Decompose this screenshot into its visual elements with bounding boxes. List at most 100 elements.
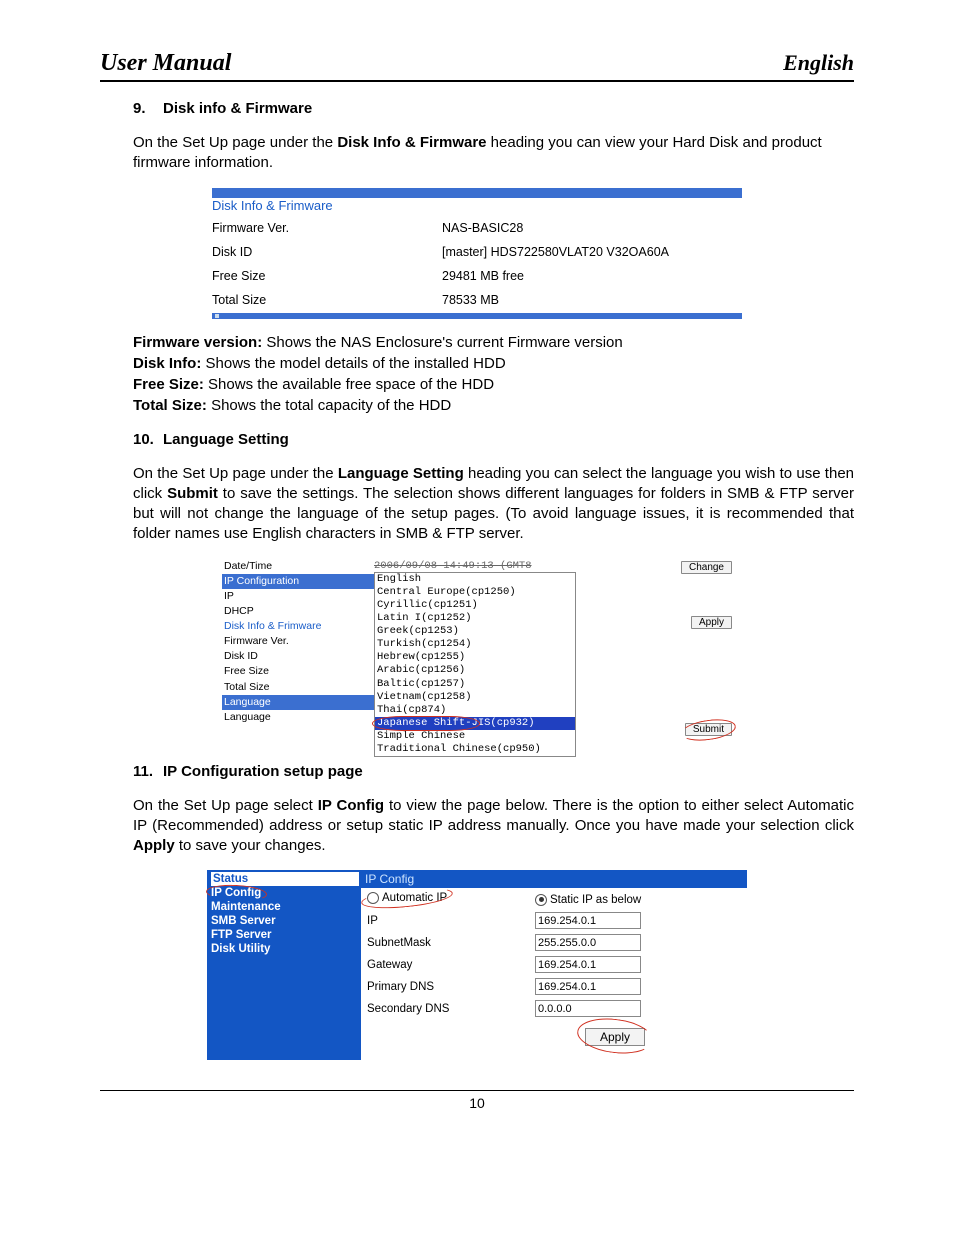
sidebar-item-maintenance[interactable]: Maintenance — [211, 900, 361, 914]
section-9-paragraph: On the Set Up page under the Disk Info &… — [133, 133, 854, 174]
desc-label: Total Size: — [133, 397, 207, 414]
language-setting-panel: Date/Time IP Configuration IP DHCP Disk … — [222, 559, 732, 747]
automatic-ip-radio[interactable]: Automatic IP — [367, 892, 447, 904]
dhcp-label: DHCP — [222, 604, 376, 619]
language-label: Language — [222, 710, 376, 725]
freesize-label: Free Size — [222, 664, 376, 679]
language-option[interactable]: Simple Chinese — [375, 730, 575, 743]
language-option[interactable]: Traditional Chinese(cp950) — [375, 743, 575, 756]
totalsize-row: Total Size 78533 MB — [212, 289, 742, 313]
language-option[interactable]: Latin I(cp1252) — [375, 612, 575, 625]
sidebar-item-disk[interactable]: Disk Utility — [211, 942, 361, 956]
language-option-selected[interactable]: Japanese Shift-JIS(cp932) — [375, 717, 575, 730]
panel-title: Disk Info & Frimware — [212, 198, 742, 213]
totalsize-label: Total Size — [212, 293, 442, 307]
language-option[interactable]: Vietnam(cp1258) — [375, 691, 575, 704]
freesize-label: Free Size — [212, 269, 442, 283]
freesize-row: Free Size 29481 MB free — [212, 265, 742, 289]
diskid-label: Disk ID — [222, 649, 376, 664]
freesize-value: 29481 MB free — [442, 269, 524, 283]
sidebar-item-ftp[interactable]: FTP Server — [211, 928, 361, 942]
firmware-row: Firmware Ver. NAS-BASIC28 — [212, 217, 742, 241]
diskid-label: Disk ID — [212, 245, 442, 259]
radio-icon — [367, 892, 379, 904]
firmware-label: Firmware Ver. — [212, 221, 442, 235]
language-header: Language — [222, 695, 376, 710]
annotation-circle — [575, 1015, 655, 1058]
sidebar-label: IP Config — [211, 887, 261, 899]
diskinfo-header: Disk Info & Frimware — [222, 619, 376, 634]
section-10-heading: 10. Language Setting — [133, 431, 854, 448]
text: On the Set Up page under the — [133, 465, 338, 482]
section-title: Language Setting — [163, 431, 289, 448]
submit-button[interactable]: Submit — [685, 723, 732, 736]
language-option[interactable]: Cyrillic(cp1251) — [375, 599, 575, 612]
gateway-label: Gateway — [367, 959, 535, 971]
desc-text: Shows the NAS Enclosure's current Firmwa… — [262, 334, 623, 351]
text: On the Set Up page select — [133, 797, 318, 814]
diskid-row: Disk ID [master] HDS722580VLAT20 V32OA60… — [212, 241, 742, 265]
language-dropdown-list[interactable]: English Central Europe(cp1250) Cyrillic(… — [374, 572, 576, 758]
language-option[interactable]: Arabic(cp1256) — [375, 664, 575, 677]
primary-dns-input[interactable]: 169.254.0.1 — [535, 978, 641, 995]
manual-title: User Manual — [100, 50, 231, 77]
totalsize-label: Total Size — [222, 680, 376, 695]
section-11-paragraph: On the Set Up page select IP Config to v… — [133, 796, 854, 857]
text-bold: Language Setting — [338, 465, 464, 482]
section-10-paragraph: On the Set Up page under the Language Se… — [133, 464, 854, 545]
text-bold: Disk Info & Firmware — [337, 134, 486, 151]
primary-dns-label: Primary DNS — [367, 981, 535, 993]
text-bold: Submit — [167, 485, 218, 502]
datetime-label: Date/Time — [222, 559, 376, 574]
change-button[interactable]: Change — [681, 561, 732, 574]
main-title: IP Config — [361, 870, 747, 888]
static-ip-label: Static IP as below — [550, 894, 641, 906]
sidebar: Status IP Config Maintenance SMB Server … — [207, 870, 361, 1060]
desc-text: Shows the total capacity of the HDD — [207, 397, 451, 414]
manual-language: English — [783, 50, 854, 76]
static-ip-radio[interactable]: Static IP as below — [535, 894, 641, 906]
totalsize-value: 78533 MB — [442, 293, 499, 307]
text-bold: IP Config — [318, 797, 384, 814]
desc-text: Shows the model details of the installed… — [201, 355, 505, 372]
ip-input[interactable]: 169.254.0.1 — [535, 912, 641, 929]
gateway-input[interactable]: 169.254.0.1 — [535, 956, 641, 973]
desc-label: Firmware version: — [133, 334, 262, 351]
language-option[interactable]: Central Europe(cp1250) — [375, 586, 575, 599]
secondary-dns-label: Secondary DNS — [367, 1003, 535, 1015]
radio-icon — [535, 894, 547, 906]
subnet-label: SubnetMask — [367, 937, 535, 949]
language-option[interactable]: Greek(cp1253) — [375, 625, 575, 638]
section-number: 11. — [133, 763, 163, 780]
language-option[interactable]: Hebrew(cp1255) — [375, 651, 575, 664]
text-bold: Apply — [133, 837, 175, 854]
ip-label: IP — [222, 589, 376, 604]
main-panel: IP Config Automatic IP Static IP as belo… — [361, 870, 747, 1060]
disk-info-panel: Disk Info & Frimware Firmware Ver. NAS-B… — [212, 188, 742, 319]
section-number: 10. — [133, 431, 163, 448]
automatic-ip-label: Automatic IP — [382, 892, 447, 904]
page-number: 10 — [100, 1095, 854, 1111]
section-title: Disk info & Firmware — [163, 100, 312, 117]
section-9-heading: 9. Disk info & Firmware — [133, 100, 854, 117]
panel-footer-bar — [212, 313, 742, 319]
section-title: IP Configuration setup page — [163, 763, 363, 780]
text: to save the settings. The selection show… — [133, 485, 854, 543]
footer-divider — [100, 1090, 854, 1091]
secondary-dns-input[interactable]: 0.0.0.0 — [535, 1000, 641, 1017]
page-header: User Manual English — [100, 50, 854, 82]
apply-button[interactable]: Apply — [691, 616, 732, 629]
language-option[interactable]: English — [375, 573, 575, 586]
language-option[interactable]: Turkish(cp1254) — [375, 638, 575, 651]
language-option[interactable]: Thai(cp874) — [375, 704, 575, 717]
text: On the Set Up page under the — [133, 134, 337, 151]
subnet-input[interactable]: 255.255.0.0 — [535, 934, 641, 951]
sidebar-item-smb[interactable]: SMB Server — [211, 914, 361, 928]
sidebar-item-ipconfig[interactable]: IP Config — [211, 886, 361, 900]
ip-config-panel: Status IP Config Maintenance SMB Server … — [207, 870, 747, 1060]
language-option[interactable]: Baltic(cp1257) — [375, 678, 575, 691]
ip-label: IP — [367, 915, 535, 927]
panel-header-bar — [212, 188, 742, 198]
field-descriptions: Firmware version: Shows the NAS Enclosur… — [133, 333, 854, 417]
desc-label: Disk Info: — [133, 355, 201, 372]
